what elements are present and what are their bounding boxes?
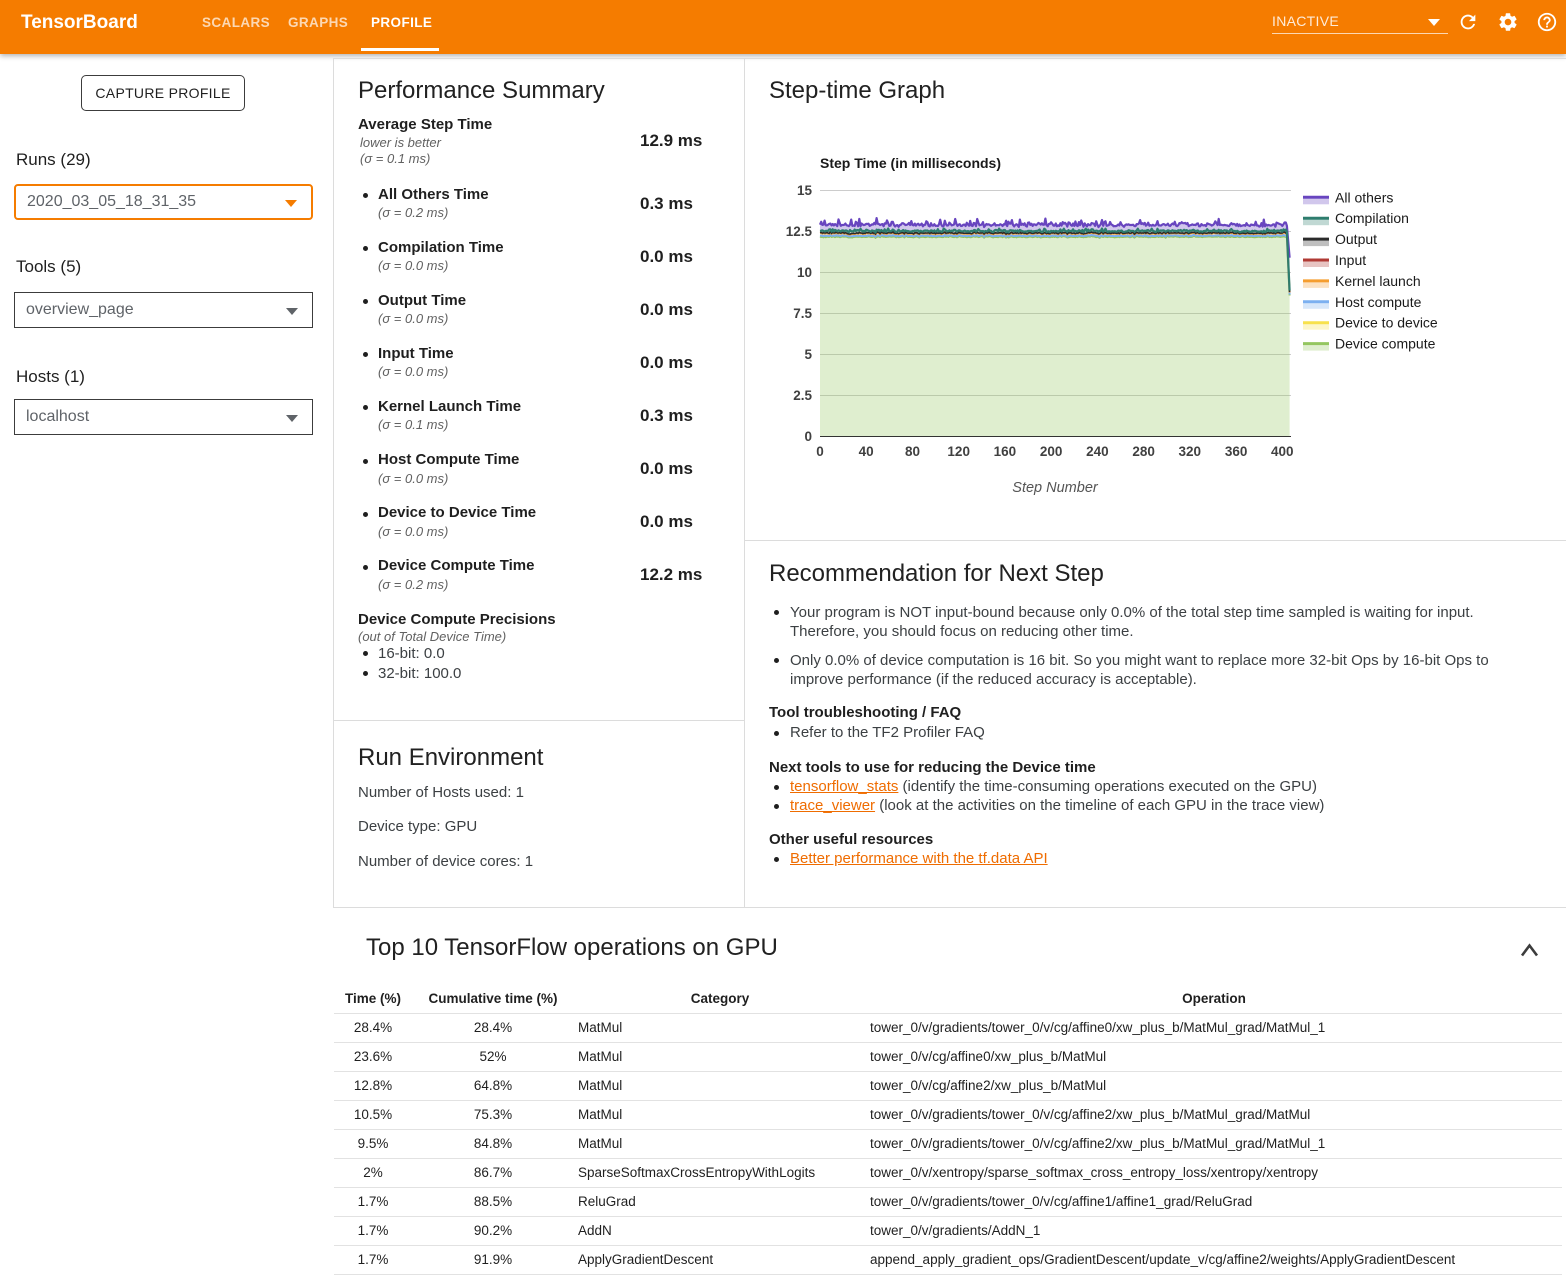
svg-text:15: 15 — [797, 183, 813, 198]
svg-text:10: 10 — [797, 265, 812, 280]
svg-text:Host compute: Host compute — [1335, 294, 1422, 310]
svg-text:Device compute: Device compute — [1335, 336, 1436, 352]
svg-text:280: 280 — [1132, 444, 1155, 459]
svg-text:400: 400 — [1271, 444, 1294, 459]
svg-text:360: 360 — [1225, 444, 1248, 459]
svg-text:240: 240 — [1086, 444, 1109, 459]
svg-text:Output: Output — [1335, 231, 1377, 247]
svg-text:320: 320 — [1179, 444, 1202, 459]
svg-text:Step Time (in milliseconds): Step Time (in milliseconds) — [820, 155, 1001, 171]
svg-text:40: 40 — [859, 444, 874, 459]
svg-text:Kernel launch: Kernel launch — [1335, 273, 1421, 289]
svg-text:12.5: 12.5 — [786, 224, 813, 239]
svg-text:Input: Input — [1335, 252, 1366, 268]
svg-text:120: 120 — [947, 444, 970, 459]
svg-text:2.5: 2.5 — [793, 388, 812, 403]
svg-text:Compilation: Compilation — [1335, 210, 1409, 226]
svg-text:0: 0 — [816, 444, 824, 459]
svg-text:200: 200 — [1040, 444, 1063, 459]
svg-text:80: 80 — [905, 444, 920, 459]
svg-text:Step Number: Step Number — [1012, 480, 1099, 496]
svg-text:0: 0 — [804, 429, 812, 444]
svg-text:All others: All others — [1335, 189, 1393, 205]
svg-text:Device to device: Device to device — [1335, 315, 1438, 331]
svg-text:7.5: 7.5 — [793, 306, 812, 321]
svg-text:5: 5 — [804, 347, 812, 362]
svg-text:160: 160 — [994, 444, 1017, 459]
